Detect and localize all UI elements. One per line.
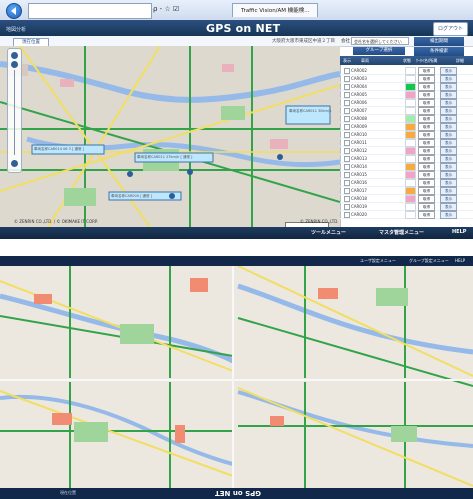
lower-user-menu[interactable]: ユーザ設定メニュー (360, 258, 396, 264)
map-label-car000: 車両名称CAR000 [ 通常 ] (111, 194, 153, 198)
lower-group-menu[interactable]: グループ設定メニュー (409, 258, 449, 264)
vehicle-id: CAR010 (351, 132, 367, 137)
lower-top-bar (0, 256, 473, 266)
lower-map-divider-horizontal (0, 379, 473, 381)
header-show: 表示 (343, 58, 351, 63)
lower-help[interactable]: HELP (455, 258, 465, 263)
vehicle-id: CAR002 (351, 68, 367, 73)
map-label-car014: 車両名称CAR014 06 3 [ 通常 ] (34, 147, 84, 151)
vehicle-id: CAR020 (351, 212, 367, 217)
header-status: 状態 (403, 58, 411, 63)
address-tools: ρ - ☆ ☑ (153, 5, 180, 13)
master-menu-link[interactable]: マスタ管理メニュー (379, 229, 424, 236)
zoom-control[interactable] (7, 48, 22, 173)
lower-map-drawing (0, 266, 473, 488)
top-map[interactable]: 車両名称CAR014 06 3 [ 通常 ] 車両名称CAR011 27km/h… (0, 46, 340, 227)
lower-map-divider-vertical (232, 266, 234, 488)
header-mobile: ｹｰﾀｲ名/所属 (416, 58, 438, 63)
vehicle-id: CAR012 (351, 148, 367, 153)
company-select[interactable]: 会社名を選択してください (351, 37, 409, 45)
vehicle-id: CAR008 (351, 116, 367, 121)
map-copyright-left: © ZENRIN CO.,LTD. / © OKIMAKE IT CORP. (14, 219, 98, 224)
vehicle-action-select[interactable]: 取得 (418, 211, 435, 219)
vehicle-display-button[interactable]: 表示 (440, 211, 457, 219)
header-vehicle: 車両 (361, 58, 369, 63)
vehicle-id: CAR016 (351, 180, 367, 185)
vehicle-id: CAR018 (351, 196, 367, 201)
vehicle-id: CAR015 (351, 172, 367, 177)
vehicle-id: CAR004 (351, 84, 367, 89)
address-bar[interactable] (28, 3, 152, 19)
row-checkbox[interactable] (344, 212, 350, 218)
breadcrumb: 地図分析 (6, 27, 27, 33)
search-condition-button[interactable]: 条件検索 (414, 47, 464, 56)
browser-tab[interactable]: Traffic Vision/AM 機能検... (232, 3, 318, 17)
app-title: GPS on NET (206, 22, 281, 35)
map-label-car011-a: 車両名称CAR011 27km/h [ 通常 ] (137, 155, 193, 159)
zoom-slider[interactable] (14, 70, 15, 155)
vehicle-id: CAR011 (351, 140, 367, 145)
company-label: 会社 (341, 39, 350, 44)
vehicle-id: CAR007 (351, 108, 367, 113)
map-label-car011-b: 車両名称CAR011 30km/h (289, 109, 332, 113)
vehicle-id: CAR005 (351, 92, 367, 97)
logout-button[interactable]: ログアウト (433, 22, 468, 36)
lower-current-location[interactable]: 現在位置 (60, 490, 76, 496)
vehicle-id: CAR006 (351, 100, 367, 105)
group-select-button[interactable]: グループ選択 (353, 47, 405, 55)
vehicle-id: CAR014 (351, 164, 367, 169)
vehicle-id: CAR019 (351, 204, 367, 209)
lower-map-grid[interactable] (0, 266, 473, 488)
map-copyright-right: © ZENRIN CO.,LTD. (300, 219, 339, 224)
zoom-out-icon[interactable] (11, 160, 18, 167)
vehicle-id: CAR017 (351, 188, 367, 193)
lower-app-title: GPS on NET (215, 489, 261, 497)
top-map-drawing (0, 46, 340, 227)
vehicle-id: CAR009 (351, 124, 367, 129)
zoom-in-icon[interactable] (11, 52, 18, 59)
header-detail: 詳細 (456, 58, 464, 63)
help-link[interactable]: HELP (452, 229, 466, 235)
vehicle-id: CAR003 (351, 76, 367, 81)
vehicle-status (405, 211, 416, 219)
condition-button[interactable]: 検出期間 (414, 37, 464, 46)
tool-menu-link[interactable]: ツールメニュー (311, 229, 346, 236)
pan-icon[interactable] (11, 61, 18, 68)
area-text: 大阪府大阪市東成区中道２丁目 (272, 39, 335, 44)
vehicle-id: CAR013 (351, 156, 367, 161)
back-icon[interactable] (6, 3, 22, 19)
